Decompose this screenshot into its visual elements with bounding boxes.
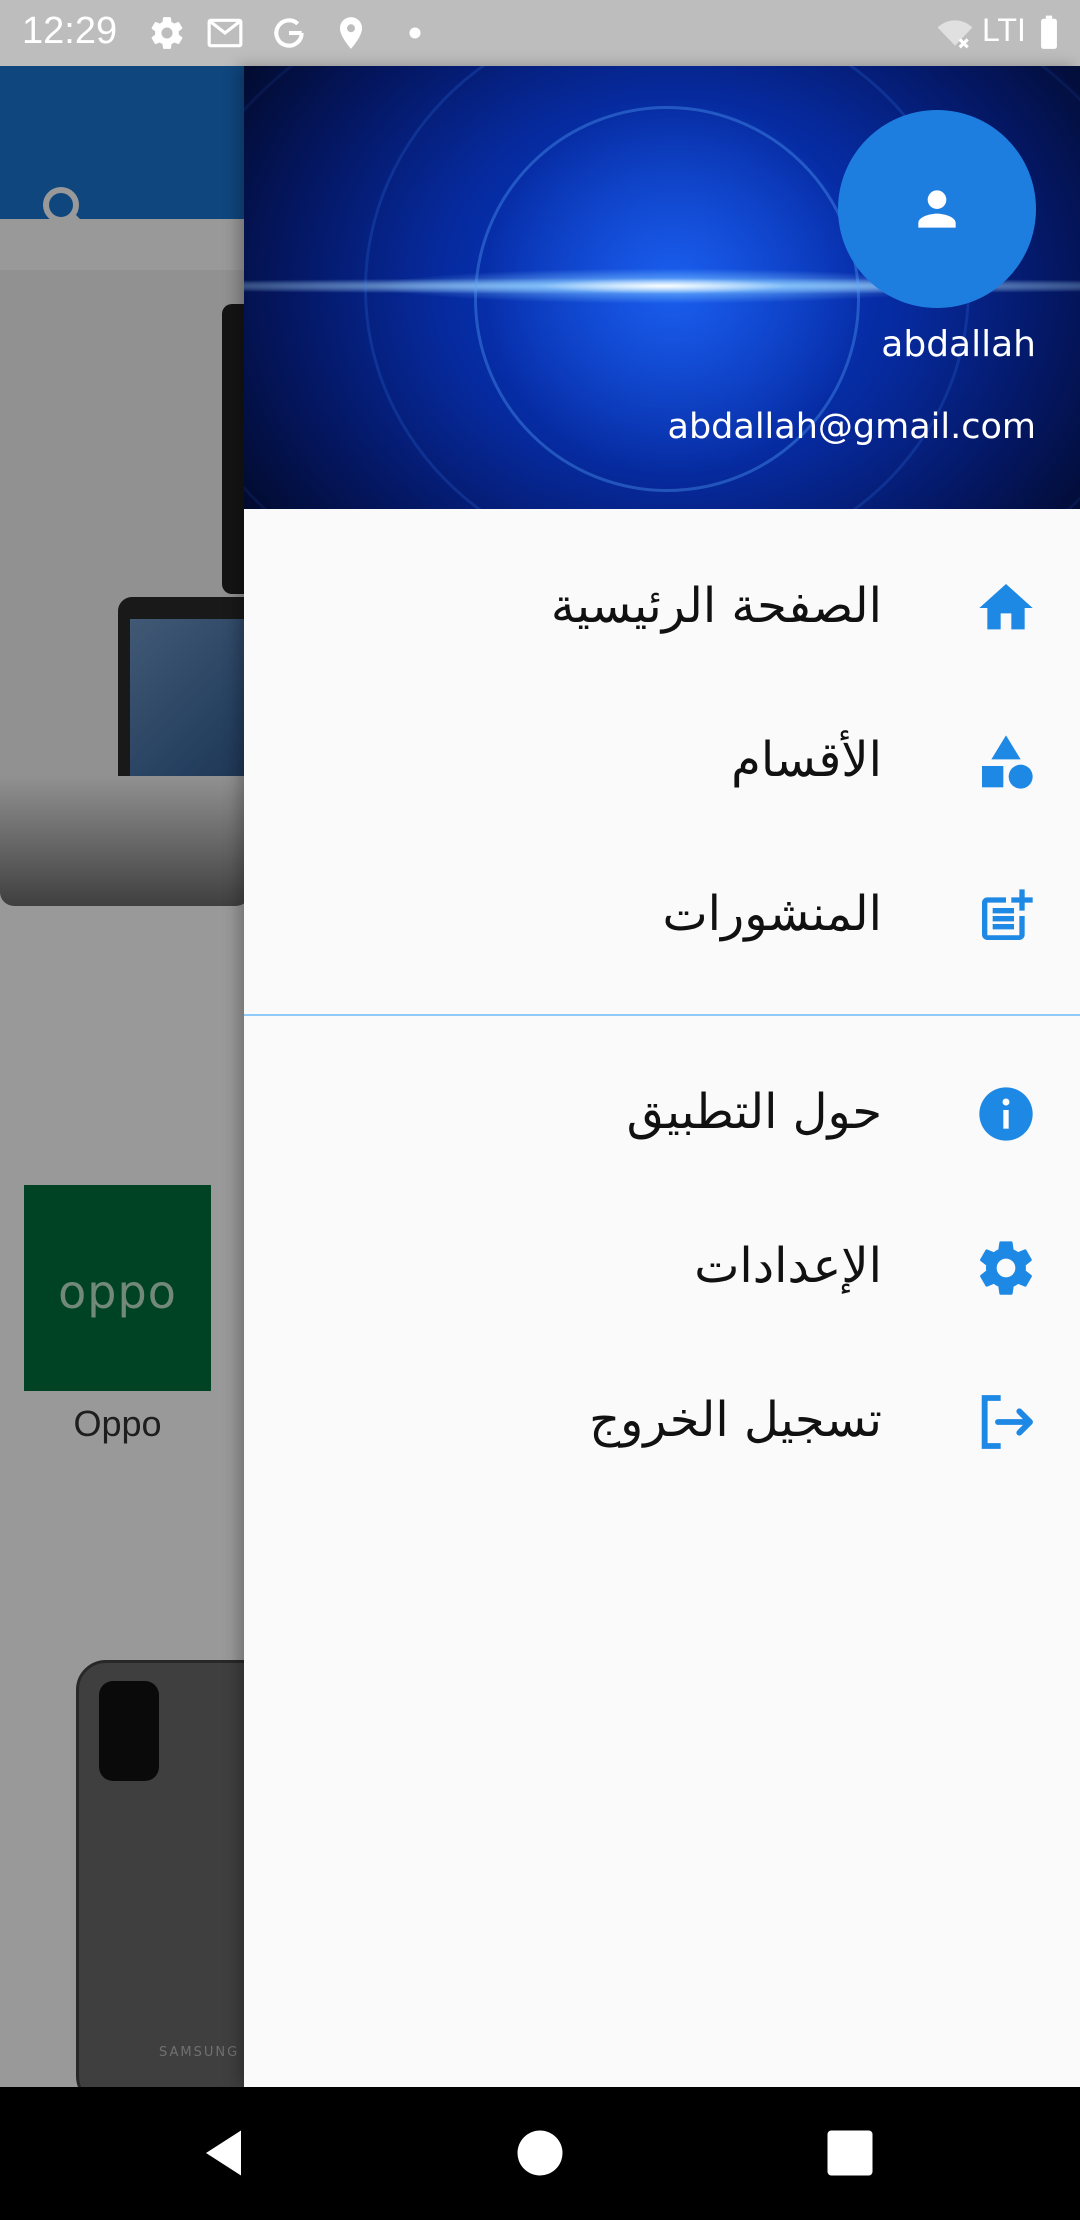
drawer-item-settings[interactable]: الإعدادات [244, 1194, 1080, 1344]
status-bar: 12:29 LTI [0, 0, 1080, 66]
notification-dot-icon [409, 27, 421, 39]
wifi-off-icon [937, 20, 973, 49]
navigation-drawer: abdallah abdallah@gmail.com الصفحة الرئي… [244, 66, 1080, 2087]
recents-icon[interactable] [820, 2123, 880, 2183]
info-icon [979, 1087, 1033, 1141]
drawer-item-categories[interactable]: الأقسام [244, 688, 1080, 838]
back-icon[interactable] [196, 2123, 256, 2183]
drawer-item-home[interactable]: الصفحة الرئيسية [244, 534, 1080, 684]
settings-icon [980, 1241, 1032, 1295]
drawer-item-label: حول التطبيق [626, 1084, 882, 1140]
user-email: abdallah@gmail.com [667, 407, 1037, 447]
drawer-item-label: المنشورات [662, 886, 882, 942]
drawer-item-label: الإعدادات [694, 1238, 882, 1294]
settings-notification-icon [151, 17, 183, 49]
google-icon [274, 18, 304, 48]
network-type: LTI [982, 12, 1026, 48]
drawer-divider [244, 1014, 1080, 1016]
user-name: abdallah [881, 324, 1036, 365]
system-nav-bar [0, 2087, 1080, 2220]
drawer-item-about[interactable]: حول التطبيق [244, 1040, 1080, 1190]
logout-icon [981, 1395, 1033, 1449]
home-button-icon[interactable] [510, 2123, 570, 2183]
status-time: 12:29 [22, 10, 118, 52]
category-icon [982, 735, 1033, 789]
drawer-item-logout[interactable]: تسجيل الخروج [244, 1348, 1080, 1498]
location-icon [339, 17, 363, 49]
gmail-icon [207, 18, 243, 48]
drawer-item-label: تسجيل الخروج [589, 1392, 882, 1448]
battery-icon [1041, 15, 1057, 49]
drawer-item-label: الصفحة الرئيسية [550, 578, 882, 634]
drawer-header: abdallah abdallah@gmail.com [244, 66, 1080, 509]
user-avatar[interactable] [838, 110, 1036, 308]
drawer-item-posts[interactable]: المنشورات [244, 842, 1080, 992]
drawer-item-label: الأقسام [731, 732, 882, 788]
home-icon [979, 584, 1033, 630]
post-add-icon [982, 889, 1033, 940]
person-icon [918, 190, 956, 228]
